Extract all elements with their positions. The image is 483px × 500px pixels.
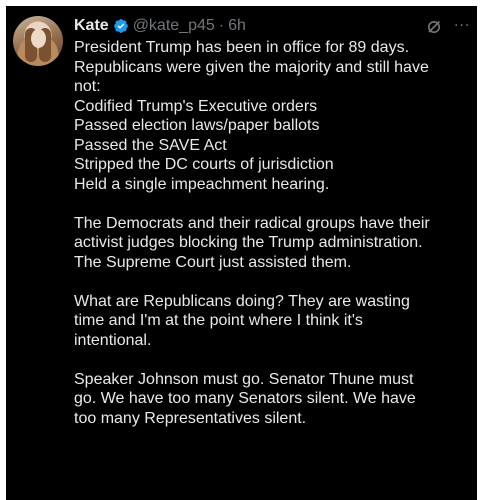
text-line: not: — [74, 78, 101, 95]
paragraph: The Democrats and their radical groups h… — [74, 214, 474, 273]
post-card: Kate @kate_p45 · 6h ··· President Trump … — [6, 6, 477, 500]
text-line: Held a single impeachment hearing. — [74, 175, 330, 193]
text-line: Speaker Johnson must go. Senator Thune m… — [74, 370, 414, 388]
text-line: activist judges blocking the Trump admin… — [74, 234, 423, 251]
text-line: Republicans were given the majority and … — [74, 58, 429, 76]
author-name[interactable]: Kate — [74, 17, 109, 35]
more-icon[interactable]: ··· — [454, 18, 470, 34]
text-line: What are Republicans doing? They are was… — [74, 292, 410, 310]
text-line: Passed the SAVE Act — [74, 136, 227, 154]
text-line: too many Representatives silent. — [74, 409, 307, 427]
text-line: Codified Trump's Executive orders — [74, 97, 318, 115]
text-line: time and I'm at the point where I think … — [74, 312, 363, 329]
verified-badge-icon — [113, 19, 128, 33]
post-text: President Trump has been in office for 8… — [74, 38, 474, 428]
text-line: intentional. — [74, 331, 152, 349]
grok-icon[interactable] — [426, 19, 442, 35]
paragraph: What are Republicans doing? They are was… — [74, 292, 474, 351]
author-handle[interactable]: @kate_p45 — [133, 17, 215, 35]
paragraph: President Trump has been in office for 8… — [74, 38, 474, 194]
text-line: go. We have too many Senators silent. We… — [74, 390, 416, 407]
avatar-face — [31, 29, 46, 48]
post-time[interactable]: 6h — [228, 17, 246, 35]
text-line: President Trump has been in office for 8… — [74, 39, 410, 56]
paragraph: Speaker Johnson must go. Senator Thune m… — [74, 370, 474, 429]
post-header: Kate @kate_p45 · 6h — [74, 15, 246, 37]
text-line: The Supreme Court just assisted them. — [74, 253, 352, 271]
text-line: The Democrats and their radical groups h… — [74, 214, 430, 232]
header-separator: · — [218, 17, 225, 34]
text-line: Stripped the DC courts of jurisdiction — [74, 156, 334, 173]
text-line: Passed election laws/paper ballots — [74, 117, 320, 134]
avatar[interactable] — [13, 16, 63, 66]
